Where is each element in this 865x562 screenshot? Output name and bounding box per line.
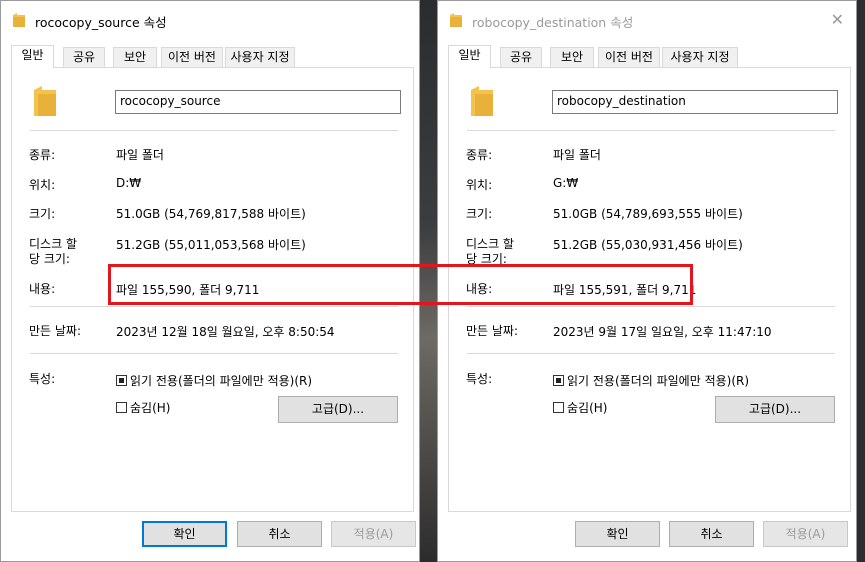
readonly-label: 읽기 전용(폴더의 파일에만 적용)(R) xyxy=(567,374,750,388)
location-value: G:₩ xyxy=(553,176,579,190)
location-label: 위치: xyxy=(29,178,56,192)
contents-label: 내용: xyxy=(29,282,56,296)
readonly-label: 읽기 전용(폴더의 파일에만 적용)(R) xyxy=(130,374,313,388)
hidden-checkbox[interactable]: 숨김(H) xyxy=(553,399,607,416)
type-value: 파일 폴더 xyxy=(553,148,601,162)
general-panel: rococopy_source 종류: 파일 폴더 위치: D:₩ 크기: 51… xyxy=(11,67,414,512)
divider xyxy=(30,130,398,131)
folder-name-field[interactable]: robocopy_destination xyxy=(552,90,838,114)
attributes-label: 특성: xyxy=(29,372,56,386)
size-value: 51.0GB (54,789,693,555 바이트) xyxy=(553,207,743,221)
tab-previous-versions[interactable]: 이전 버전 xyxy=(598,47,660,67)
created-value: 2023년 9월 17일 일요일, 오후 11:47:10 xyxy=(553,325,772,339)
tab-customize[interactable]: 사용자 지정 xyxy=(662,47,738,67)
hidden-label: 숨김(H) xyxy=(567,401,608,415)
divider xyxy=(30,306,398,307)
size-label: 크기: xyxy=(466,207,493,221)
properties-window-destination[interactable]: robocopy_destination 속성 ✕ 일반 공유 보안 이전 버전… xyxy=(437,0,857,562)
divider xyxy=(467,130,835,131)
title-bar[interactable]: robocopy_destination 속성 ✕ xyxy=(438,1,856,39)
checkbox-indeterminate-icon xyxy=(116,375,127,386)
tab-security[interactable]: 보안 xyxy=(113,47,157,67)
location-label: 위치: xyxy=(466,178,493,192)
divider xyxy=(467,306,835,307)
general-panel: robocopy_destination 종류: 파일 폴더 위치: G:₩ 크… xyxy=(448,67,851,512)
ok-button[interactable]: 확인 xyxy=(142,521,227,547)
contents-value: 파일 155,591, 폴더 9,711 xyxy=(553,283,697,297)
folder-name-field[interactable]: rococopy_source xyxy=(115,90,401,114)
created-label: 만든 날짜: xyxy=(29,324,82,338)
advanced-button[interactable]: 고급(D)... xyxy=(715,396,835,423)
checkbox-indeterminate-icon xyxy=(553,375,564,386)
size-label: 크기: xyxy=(29,207,56,221)
type-value: 파일 폴더 xyxy=(116,148,164,162)
location-value: D:₩ xyxy=(116,176,142,190)
tab-customize[interactable]: 사용자 지정 xyxy=(225,47,295,67)
hidden-checkbox[interactable]: 숨김(H) xyxy=(116,399,170,416)
window-title: rococopy_source 속성 xyxy=(35,15,167,30)
close-icon[interactable]: ✕ xyxy=(831,10,844,29)
contents-label: 내용: xyxy=(466,282,493,296)
title-bar[interactable]: rococopy_source 속성 xyxy=(1,1,419,39)
window-title: robocopy_destination 속성 xyxy=(472,15,634,30)
hidden-label: 숨김(H) xyxy=(130,401,171,415)
tab-security[interactable]: 보안 xyxy=(550,47,594,67)
tab-general[interactable]: 일반 xyxy=(448,45,491,68)
advanced-button[interactable]: 고급(D)... xyxy=(278,396,398,423)
tab-sharing[interactable]: 공유 xyxy=(63,47,105,67)
apply-button[interactable]: 적용(A) xyxy=(331,521,416,547)
created-label: 만든 날짜: xyxy=(466,324,519,338)
folder-icon xyxy=(13,13,25,27)
disk-size-label-line2: 당 크기: xyxy=(466,252,507,266)
disk-size-value: 51.2GB (55,030,931,456 바이트) xyxy=(553,238,743,252)
checkbox-icon xyxy=(553,402,564,413)
apply-button[interactable]: 적용(A) xyxy=(763,521,848,547)
readonly-checkbox[interactable]: 읽기 전용(폴더의 파일에만 적용)(R) xyxy=(116,372,312,389)
divider xyxy=(30,353,398,354)
readonly-checkbox[interactable]: 읽기 전용(폴더의 파일에만 적용)(R) xyxy=(553,372,749,389)
divider xyxy=(467,353,835,354)
tab-general[interactable]: 일반 xyxy=(11,45,54,68)
type-label: 종류: xyxy=(466,148,493,162)
cancel-button[interactable]: 취소 xyxy=(669,521,754,547)
attributes-label: 특성: xyxy=(466,372,493,386)
folder-icon xyxy=(450,13,462,27)
folder-large-icon xyxy=(471,86,493,116)
ok-button[interactable]: 확인 xyxy=(575,521,660,547)
disk-size-label-line2: 당 크기: xyxy=(29,252,70,266)
properties-window-source[interactable]: rococopy_source 속성 일반 공유 보안 이전 버전 사용자 지정… xyxy=(0,0,420,562)
disk-size-value: 51.2GB (55,011,053,568 바이트) xyxy=(116,238,306,252)
folder-large-icon xyxy=(34,86,56,116)
checkbox-icon xyxy=(116,402,127,413)
type-label: 종류: xyxy=(29,148,56,162)
size-value: 51.0GB (54,769,817,588 바이트) xyxy=(116,207,306,221)
created-value: 2023년 12월 18일 월요일, 오후 8:50:54 xyxy=(116,325,335,339)
tab-sharing[interactable]: 공유 xyxy=(500,47,542,67)
contents-value: 파일 155,590, 폴더 9,711 xyxy=(116,283,260,297)
tab-previous-versions[interactable]: 이전 버전 xyxy=(161,47,223,67)
cancel-button[interactable]: 취소 xyxy=(237,521,322,547)
